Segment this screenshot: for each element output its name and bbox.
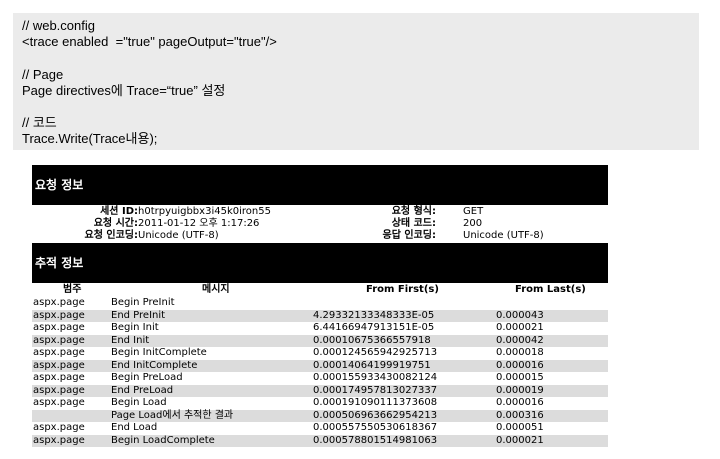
trace-category: aspx.page bbox=[33, 397, 85, 408]
trace-from-first: 6.44166947913151E-05 bbox=[313, 322, 435, 333]
code-line: <trace enabled ="true" pageOutput="true"… bbox=[22, 34, 277, 50]
trace-message: Begin InitComplete bbox=[111, 347, 207, 358]
trace-category: aspx.page bbox=[33, 434, 85, 446]
trace-from-first: 0.000124565942925713 bbox=[313, 347, 438, 358]
trace-row: aspx.page Begin Load 0.000191090111373608 0… bbox=[32, 397, 608, 410]
trace-message: Begin LoadComplete bbox=[111, 434, 215, 446]
response-encoding-value: Unicode (UTF-8) bbox=[463, 230, 544, 241]
code-line: // web.config bbox=[22, 18, 95, 33]
trace-category: aspx.page bbox=[33, 359, 85, 371]
trace-category: aspx.page bbox=[33, 384, 85, 396]
trace-row: aspx.page Begin PreInit bbox=[32, 297, 608, 310]
trace-row: aspx.page Begin LoadComplete 0.00057880151… bbox=[32, 434, 608, 447]
trace-message: End Init bbox=[111, 334, 150, 346]
trace-from-first: 0.000557550530618367 bbox=[313, 422, 438, 433]
trace-message: Page Load에서 추적한 결과 bbox=[111, 409, 234, 421]
session-id-value: h0trpyuigbbx3i45k0iron55 bbox=[138, 206, 271, 217]
trace-message: End InitComplete bbox=[111, 359, 198, 371]
trace-category: aspx.page bbox=[33, 347, 85, 358]
trace-row: aspx.page End Load 0.000557550530618367 0.0… bbox=[32, 422, 608, 435]
trace-row: aspx.page Begin PreLoad 0.0001559334300821… bbox=[32, 372, 608, 385]
trace-row: aspx.page End Init 0.00010675366557918 0.00… bbox=[32, 334, 608, 347]
trace-from-last: 0.000018 bbox=[496, 347, 544, 358]
trace-category: aspx.page bbox=[33, 309, 85, 321]
trace-category: aspx.page bbox=[33, 322, 85, 333]
request-time-label: 요청 시간: bbox=[93, 218, 138, 229]
request-encoding-label: 요청 인코딩: bbox=[84, 230, 138, 241]
request-info-panel: 세션 ID: h0trpyuigbbx3i45k0iron55 요청 형식: G… bbox=[32, 205, 608, 243]
column-header-from-last: From Last(s) bbox=[515, 284, 586, 295]
trace-row: aspx.page End PreInit 4.29332133348333E-05… bbox=[32, 309, 608, 322]
session-id-label: 세션 ID: bbox=[100, 206, 138, 217]
info-row: 세션 ID: h0trpyuigbbx3i45k0iron55 요청 형식: G… bbox=[32, 206, 608, 218]
trace-message: Begin PreLoad bbox=[111, 372, 183, 383]
trace-output: 요청 정보 세션 ID: h0trpyuigbbx3i45k0iron55 요청… bbox=[32, 165, 608, 447]
trace-from-last: 0.000016 bbox=[496, 397, 544, 408]
info-row: 요청 인코딩: Unicode (UTF-8) 응답 인코딩: Unicode … bbox=[32, 230, 608, 242]
trace-row: Page Load에서 추적한 결과 0.000506963662954213 0.… bbox=[32, 409, 608, 422]
trace-from-last: 0.000051 bbox=[496, 422, 544, 433]
trace-from-last: 0.000019 bbox=[496, 384, 544, 396]
trace-category: aspx.page bbox=[33, 372, 85, 383]
column-header-category: 범주 bbox=[63, 284, 82, 295]
trace-row: aspx.page Begin InitComplete 0.00012456594… bbox=[32, 347, 608, 360]
code-line: // 코드 bbox=[22, 115, 57, 131]
trace-table-header: 범주 메시지 From First(s) From Last(s) bbox=[32, 283, 608, 297]
request-type-label: 요청 형식: bbox=[391, 206, 436, 217]
trace-from-last: 0.000021 bbox=[496, 434, 544, 446]
trace-message: Begin Init bbox=[111, 322, 159, 333]
trace-from-last: 0.000043 bbox=[496, 309, 544, 321]
trace-category: aspx.page bbox=[33, 422, 85, 433]
trace-category: aspx.page bbox=[33, 297, 85, 308]
status-code-value: 200 bbox=[463, 218, 483, 229]
code-line: Trace.Write(Trace내용); bbox=[22, 131, 158, 147]
trace-row: aspx.page Begin Init 6.44166947913151E-05 0… bbox=[32, 322, 608, 335]
trace-category: aspx.page bbox=[33, 334, 85, 346]
trace-message: Begin PreInit bbox=[111, 297, 175, 308]
trace-from-first: 0.000506963662954213 bbox=[313, 409, 438, 421]
request-encoding-value: Unicode (UTF-8) bbox=[138, 230, 219, 241]
request-type-value: GET bbox=[463, 206, 484, 217]
request-info-header: 요청 정보 bbox=[32, 165, 608, 205]
trace-from-first: 4.29332133348333E-05 bbox=[313, 309, 435, 321]
trace-from-last: 0.000042 bbox=[496, 334, 544, 346]
trace-table-body: aspx.page Begin PreInit aspx.page End PreIn… bbox=[32, 297, 608, 447]
trace-from-last: 0.000316 bbox=[496, 409, 544, 421]
trace-row: aspx.page End InitComplete 0.0001406419991… bbox=[32, 359, 608, 372]
trace-from-first: 0.00010675366557918 bbox=[313, 334, 431, 346]
trace-from-first: 0.000578801514981063 bbox=[313, 434, 438, 446]
trace-from-last: 0.000015 bbox=[496, 372, 544, 383]
column-header-from-first: From First(s) bbox=[366, 284, 439, 295]
trace-from-first: 0.000191090111373608 bbox=[313, 397, 438, 408]
code-snippet-box: // web.config <trace enabled ="true" pag… bbox=[13, 13, 699, 150]
info-row: 요청 시간: 2011-01-12 오후 1:17:26 상태 코드: 200 bbox=[32, 218, 608, 230]
trace-info-header: 추적 정보 bbox=[32, 243, 608, 283]
trace-from-first: 0.000174957813027337 bbox=[313, 384, 438, 396]
code-line: // Page bbox=[22, 66, 64, 82]
response-encoding-label: 응답 인코딩: bbox=[382, 230, 436, 241]
column-header-message: 메시지 bbox=[202, 284, 230, 295]
request-time-value: 2011-01-12 오후 1:17:26 bbox=[138, 218, 260, 229]
trace-from-first: 0.000155933430082124 bbox=[313, 372, 438, 383]
status-code-label: 상태 코드: bbox=[391, 218, 436, 229]
trace-message: End PreLoad bbox=[111, 384, 174, 396]
trace-from-last: 0.000016 bbox=[496, 359, 544, 371]
trace-row: aspx.page End PreLoad 0.000174957813027337… bbox=[32, 384, 608, 397]
trace-message: Begin Load bbox=[111, 397, 167, 408]
trace-message: End Load bbox=[111, 422, 158, 433]
trace-message: End PreInit bbox=[111, 309, 166, 321]
trace-from-last: 0.000021 bbox=[496, 322, 544, 333]
trace-from-first: 0.00014064199919751 bbox=[313, 359, 431, 371]
code-line: Page directives에 Trace=“true” 설정 bbox=[22, 82, 226, 98]
